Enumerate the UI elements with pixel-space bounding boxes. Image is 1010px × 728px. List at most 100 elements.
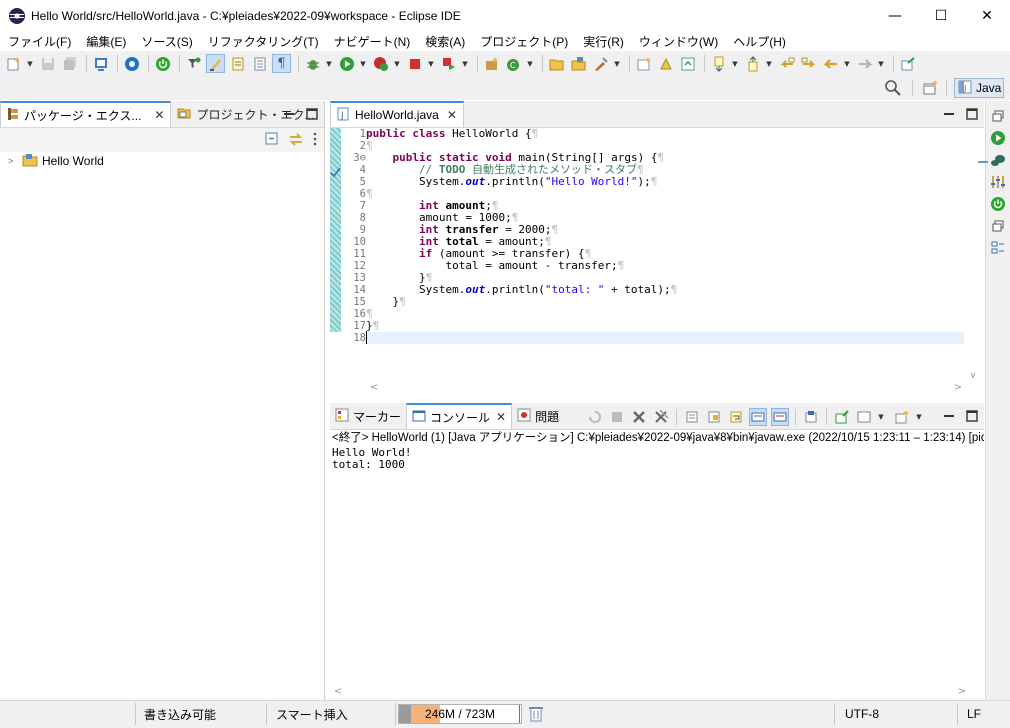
menu-source[interactable]: ソース(S) bbox=[133, 33, 199, 50]
show-on-stdout-icon[interactable] bbox=[749, 407, 767, 426]
menu-search[interactable]: 検索(A) bbox=[417, 33, 472, 50]
external-tools-icon[interactable] bbox=[439, 54, 458, 73]
terminate-icon[interactable] bbox=[405, 54, 424, 73]
new-java-package-icon[interactable] bbox=[482, 54, 501, 73]
search-icon[interactable] bbox=[591, 54, 610, 73]
scroll-lock-icon[interactable] bbox=[705, 408, 723, 426]
outline-trim-icon[interactable] bbox=[986, 171, 1010, 193]
restore-view-icon[interactable] bbox=[986, 105, 1010, 127]
tab-package-explorer[interactable]: パッケージ・エクス... ✕ bbox=[0, 101, 172, 127]
editor-horizontal-scrollbar[interactable]: < > bbox=[366, 380, 966, 394]
open-task-icon[interactable] bbox=[91, 54, 110, 73]
tab-helloworld-java[interactable]: J HelloWorld.java ✕ bbox=[330, 101, 464, 127]
pin-editor-icon[interactable] bbox=[898, 54, 917, 73]
maximize-console-button[interactable] bbox=[965, 409, 978, 422]
power-icon[interactable] bbox=[153, 54, 172, 73]
next-annotation-dropdown-icon[interactable]: ▼ bbox=[731, 54, 739, 73]
prev-annotation-dropdown-icon[interactable]: ▼ bbox=[765, 54, 773, 73]
new-java-class-icon[interactable]: C bbox=[504, 54, 523, 73]
task-list-trim-icon[interactable] bbox=[986, 237, 1010, 259]
new-class-dropdown-icon[interactable]: ▼ bbox=[526, 54, 534, 73]
scroll-down-icon[interactable]: ∨ bbox=[966, 371, 980, 381]
debug-dropdown-icon[interactable]: ▼ bbox=[325, 54, 333, 73]
menu-help[interactable]: ヘルプ(H) bbox=[725, 33, 793, 50]
link-with-editor-icon[interactable] bbox=[288, 131, 304, 150]
close-tab-icon[interactable]: ✕ bbox=[154, 108, 164, 122]
new-dropdown-icon[interactable]: ▼ bbox=[26, 54, 34, 73]
menu-refactor[interactable]: リファクタリング(T) bbox=[200, 33, 326, 50]
remove-launch-icon[interactable] bbox=[586, 408, 604, 426]
view-menu-icon[interactable] bbox=[312, 131, 318, 150]
scroll-right-icon[interactable]: > bbox=[958, 686, 966, 697]
remove-all-terminated-icon[interactable] bbox=[630, 408, 648, 426]
heap-status[interactable]: 246M / 723M bbox=[398, 704, 522, 724]
next-annotation-down-icon[interactable] bbox=[709, 54, 728, 73]
code-editor[interactable]: 1 2 3⊖ 4 5 6 7 8 9 10 11 12 13 14 15 16 … bbox=[330, 128, 984, 378]
clear-console-icon[interactable] bbox=[683, 408, 701, 426]
menu-window[interactable]: ウィンドウ(W) bbox=[631, 33, 725, 50]
minimize-editor-button[interactable] bbox=[942, 107, 955, 120]
garbage-collect-icon[interactable] bbox=[528, 705, 544, 726]
minimize-button[interactable]: — bbox=[872, 0, 918, 31]
toggle-breadcrumb-icon[interactable] bbox=[634, 54, 653, 73]
collapse-all-icon[interactable] bbox=[264, 131, 280, 150]
run-icon[interactable] bbox=[337, 54, 356, 73]
open-console-icon[interactable] bbox=[855, 408, 873, 426]
ant-trim-icon[interactable] bbox=[986, 149, 1010, 171]
server-trim-icon[interactable] bbox=[986, 193, 1010, 215]
back-dropdown-icon[interactable]: ▼ bbox=[843, 54, 851, 73]
menu-file[interactable]: ファイル(F) bbox=[0, 33, 78, 50]
console-horizontal-scrollbar[interactable]: < > bbox=[330, 684, 970, 698]
close-window-button[interactable]: ✕ bbox=[964, 0, 1010, 31]
maximize-editor-button[interactable] bbox=[965, 107, 978, 120]
pin-console-icon[interactable] bbox=[802, 408, 820, 426]
save-all-icon[interactable] bbox=[60, 54, 79, 73]
minimize-view-button[interactable] bbox=[282, 107, 295, 120]
save-icon[interactable] bbox=[38, 54, 57, 73]
menu-project[interactable]: プロジェクト(P) bbox=[472, 33, 575, 50]
menu-edit[interactable]: 編集(E) bbox=[78, 33, 133, 50]
menu-run[interactable]: 実行(R) bbox=[575, 33, 631, 50]
forward-arrow-icon[interactable] bbox=[855, 54, 874, 73]
display-selected-console-icon[interactable] bbox=[833, 408, 851, 426]
maximize-view-button[interactable] bbox=[305, 107, 318, 120]
java-perspective-button[interactable]: J Java bbox=[954, 78, 1004, 98]
run-dropdown-icon[interactable]: ▼ bbox=[359, 54, 367, 73]
terminate-console-icon[interactable] bbox=[608, 408, 626, 426]
editor-vertical-scrollbar[interactable]: ∨ bbox=[966, 131, 980, 381]
run-trim-icon[interactable] bbox=[986, 127, 1010, 149]
scroll-left-icon[interactable]: < bbox=[370, 382, 378, 393]
new-console-dropdown-icon[interactable]: ▼ bbox=[915, 407, 923, 426]
terminate-dropdown-icon[interactable]: ▼ bbox=[427, 54, 435, 73]
chevron-right-icon[interactable]: > bbox=[8, 156, 18, 166]
console-vertical-scrollbar[interactable] bbox=[970, 447, 984, 700]
toggle-ant-icon[interactable] bbox=[656, 54, 675, 73]
web-browser-icon[interactable] bbox=[678, 54, 697, 73]
mark-occurrences-icon[interactable] bbox=[206, 54, 225, 73]
menu-navigate[interactable]: ナビゲート(N) bbox=[326, 33, 418, 50]
tab-markers[interactable]: マーカー bbox=[330, 403, 406, 429]
remove-all-launches-icon[interactable] bbox=[652, 408, 670, 426]
open-task-folder-icon[interactable] bbox=[569, 54, 588, 73]
console-output[interactable]: Hello World! total: 1000 bbox=[330, 447, 984, 471]
show-whitespace-icon[interactable]: ¶ bbox=[272, 54, 291, 73]
open-type-icon[interactable] bbox=[547, 54, 566, 73]
tab-console[interactable]: コンソール ✕ bbox=[406, 403, 513, 429]
tree-item-hello-world[interactable]: > Hello World bbox=[0, 152, 324, 170]
new-icon[interactable] bbox=[4, 54, 23, 73]
prev-annotation-up-icon[interactable] bbox=[743, 54, 762, 73]
last-edit-location-icon[interactable] bbox=[777, 54, 796, 73]
show-on-stderr-icon[interactable] bbox=[771, 407, 789, 426]
coverage-dropdown-icon[interactable]: ▼ bbox=[393, 54, 401, 73]
restore-bottom-view-icon[interactable] bbox=[986, 215, 1010, 237]
search-magnifier-icon[interactable] bbox=[884, 79, 902, 100]
back-arrow-icon[interactable] bbox=[821, 54, 840, 73]
new-console-icon[interactable] bbox=[893, 408, 911, 426]
next-annotation-icon[interactable] bbox=[228, 54, 247, 73]
close-editor-tab-icon[interactable]: ✕ bbox=[447, 108, 457, 122]
search-dropdown-icon[interactable]: ▼ bbox=[613, 54, 621, 73]
external-tools-dropdown-icon[interactable]: ▼ bbox=[461, 54, 469, 73]
maximize-button[interactable]: ☐ bbox=[918, 0, 964, 31]
scroll-right-icon[interactable]: > bbox=[954, 382, 962, 393]
scroll-left-icon[interactable]: < bbox=[334, 686, 342, 697]
